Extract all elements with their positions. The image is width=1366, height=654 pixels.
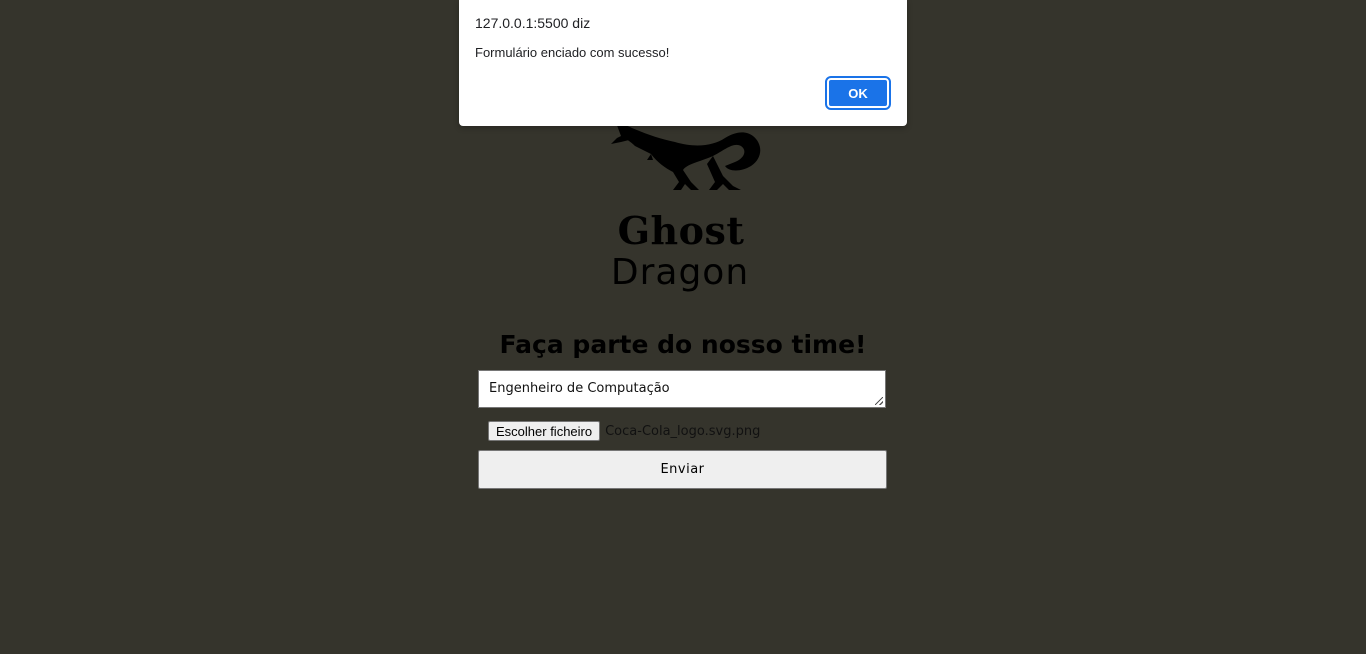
file-name-label: Coca-Cola_logo.svg.png <box>605 423 761 439</box>
ok-button[interactable]: OK <box>825 76 891 110</box>
logo-text-ghost: Ghost <box>617 208 745 253</box>
logo-text-dragon: Dragon <box>610 252 750 293</box>
page: Ghost Dragon Faça parte do nosso time! E… <box>0 0 1366 654</box>
choose-file-button[interactable]: Escolher ficheiro <box>488 421 601 441</box>
file-input[interactable]: Escolher ficheiro Coca-Cola_logo.svg.png <box>488 420 760 442</box>
dialog-title: 127.0.0.1:5500 diz <box>475 15 591 31</box>
dialog-message: Formulário enciado com sucesso! <box>475 45 670 60</box>
textarea-value: Engenheiro de Computação <box>489 381 670 396</box>
alert-dialog: 127.0.0.1:5500 diz Formulário enciado co… <box>459 0 907 126</box>
submit-button[interactable]: Enviar <box>478 450 887 489</box>
resize-grip-icon[interactable] <box>875 397 883 405</box>
form-heading: Faça parte do nosso time! <box>499 330 867 359</box>
message-textarea[interactable]: Engenheiro de Computação <box>478 370 886 408</box>
